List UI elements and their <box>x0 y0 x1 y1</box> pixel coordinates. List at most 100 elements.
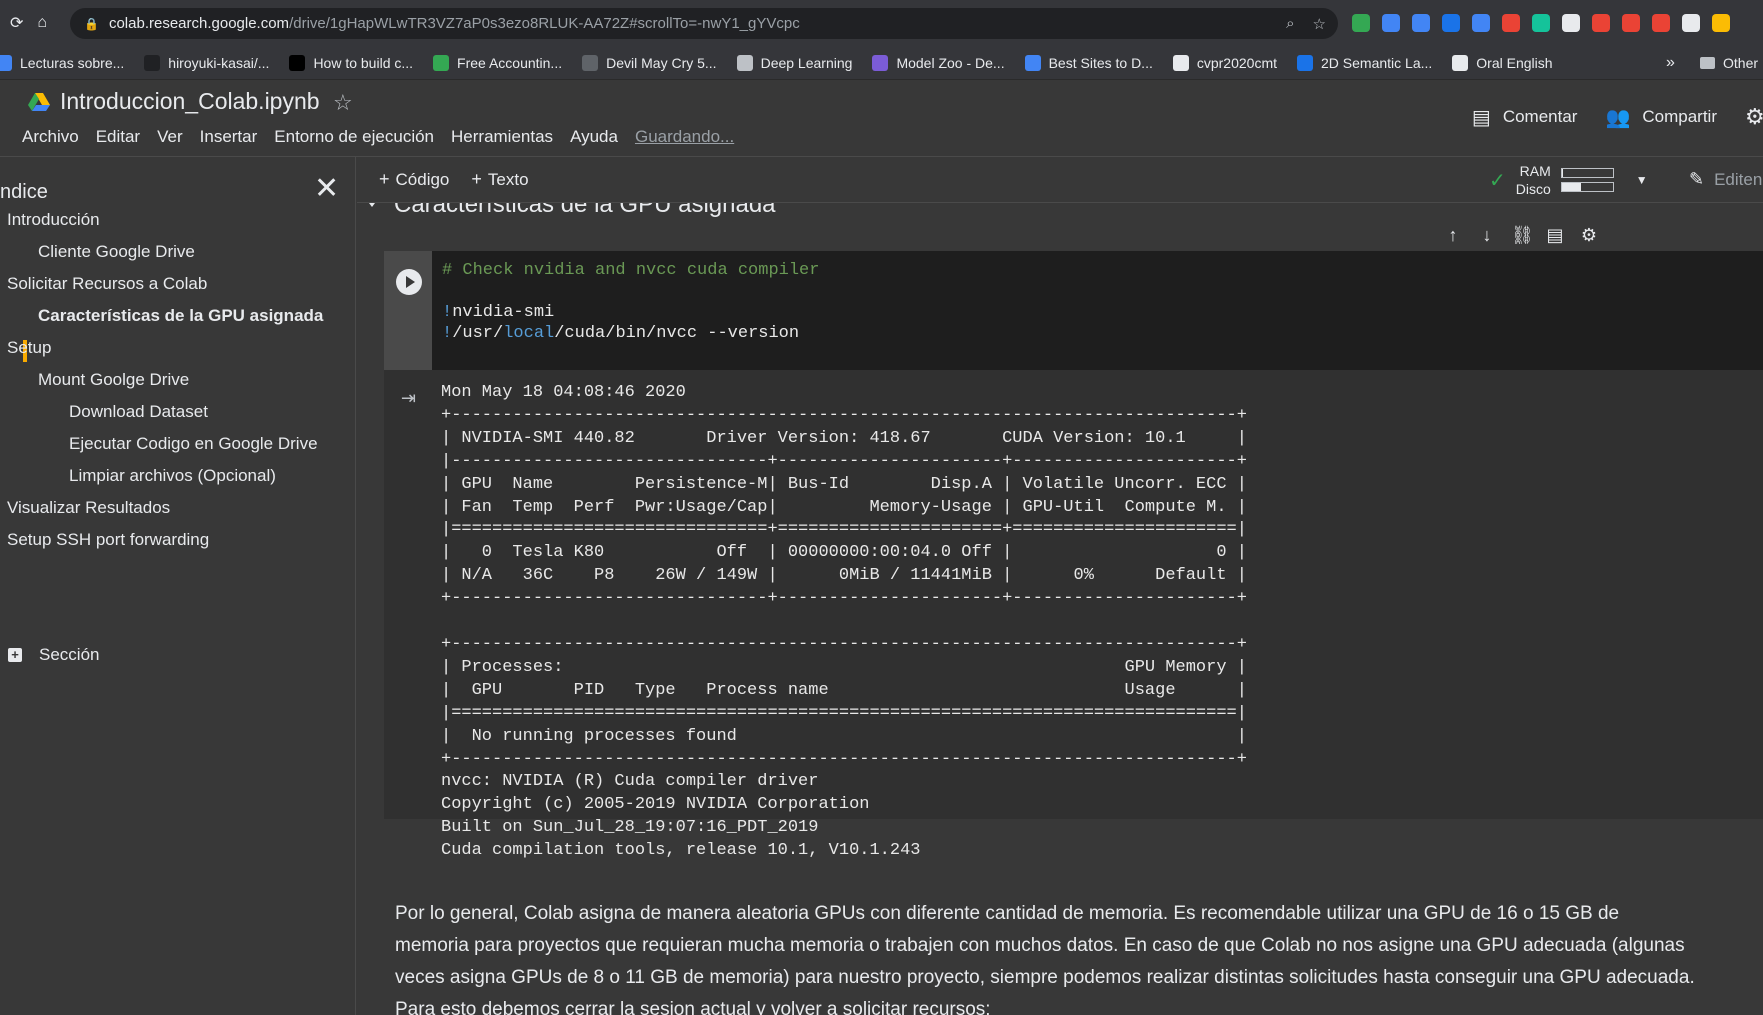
menu-entorno[interactable]: Entorno de ejecución <box>274 127 434 147</box>
code-command: nvidia-smi <box>452 303 555 322</box>
url-path: /drive/1gHapWLwTR3VZ7aP0s3ezo8RLUK-AA72Z… <box>289 15 800 32</box>
reload-icon[interactable]: ⟳ <box>10 13 23 33</box>
extension-icon[interactable] <box>1442 14 1460 32</box>
code-line-1: # Check nvidia and nvcc cuda compiler <box>442 261 820 280</box>
extension-icon[interactable] <box>1382 14 1400 32</box>
share-button[interactable]: 👥 Compartir <box>1605 105 1717 130</box>
notebook-title[interactable]: Introduccion_Colab.ipynb <box>60 88 320 115</box>
bookmark-item[interactable]: Best Sites to D... <box>1024 54 1153 71</box>
menu-archivo[interactable]: Archivo <box>22 127 79 147</box>
chevron-down-icon[interactable]: ▼ <box>1636 173 1648 187</box>
toc-item[interactable]: Download Dataset <box>69 402 208 422</box>
bookmark-item[interactable]: 2D Semantic La... <box>1297 54 1432 71</box>
close-icon[interactable]: ✕ <box>314 171 339 206</box>
star-icon[interactable]: ☆ <box>333 90 353 116</box>
extension-icon[interactable] <box>1352 14 1370 32</box>
doc-icon <box>582 54 599 71</box>
bookmarks-bar: Lecturas sobre... hiroyuki-kasai/... How t… <box>0 46 1763 80</box>
extension-icon[interactable] <box>1562 14 1580 32</box>
extension-icon[interactable] <box>1472 14 1490 32</box>
ram-label: RAM <box>1519 163 1551 179</box>
extension-icon[interactable] <box>1412 14 1430 32</box>
comment-icon[interactable]: ▤ <box>1545 225 1565 246</box>
medium-icon <box>289 54 306 71</box>
toc-item[interactable]: Limpiar archivos (Opcional) <box>69 466 276 486</box>
toc-item[interactable]: Setup <box>7 338 51 358</box>
link-icon[interactable]: ⛓ <box>1511 225 1534 246</box>
bookmark-item[interactable]: Deep Learning <box>736 54 852 71</box>
toc-item[interactable]: Características de la GPU asignada <box>38 306 323 326</box>
toc-item[interactable]: Cliente Google Drive <box>38 242 195 262</box>
code-line-2: !nvidia-smi <box>442 303 554 322</box>
bookmark-label: How to build c... <box>313 54 414 71</box>
ram-fill <box>1561 169 1564 177</box>
disk-fill <box>1561 183 1582 191</box>
toc-item[interactable]: Visualizar Resultados <box>7 498 170 518</box>
table-of-contents-panel: ndice ✕ Introducción Cliente Google Drive… <box>0 157 356 1015</box>
bookmark-item[interactable]: Lecturas sobre... <box>0 54 124 71</box>
bookmarks-more-icon[interactable]: » <box>1666 46 1675 79</box>
github-icon <box>144 54 161 71</box>
extensions-bar <box>1352 14 1730 32</box>
plus-icon: + <box>379 169 390 189</box>
menu-ayuda[interactable]: Ayuda <box>570 127 618 147</box>
site-icon <box>1024 54 1041 71</box>
move-up-icon[interactable]: ↑ <box>1443 225 1463 246</box>
code-cell[interactable]: # Check nvidia and nvcc cuda compiler !n… <box>384 251 1763 370</box>
zoom-icon[interactable]: ⌕ <box>1286 15 1294 33</box>
notebook-title-area: Introduccion_Colab.ipynb <box>28 88 320 115</box>
toc-item[interactable]: Mount Goolge Drive <box>38 370 189 390</box>
bookmark-star-icon[interactable]: ☆ <box>1313 15 1326 33</box>
bookmark-label: hiroyuki-kasai/... <box>168 54 270 71</box>
disk-bar <box>1560 182 1614 192</box>
extension-icon[interactable] <box>1652 14 1670 32</box>
bookmark-item[interactable]: How to build c... <box>289 54 414 71</box>
globe-icon <box>1452 54 1469 71</box>
plus-box-icon: + <box>8 648 22 662</box>
extension-icon[interactable] <box>1502 14 1520 32</box>
bookmark-item[interactable]: hiroyuki-kasai/... <box>144 54 270 71</box>
cell-gutter <box>384 251 432 370</box>
output-menu-icon[interactable]: ⇥ <box>401 388 416 409</box>
extension-icon[interactable] <box>1712 14 1730 32</box>
menu-bar: Archivo Editar Ver Insertar Entorno de e… <box>22 127 734 147</box>
edit-mode-button[interactable]: ✎ Editen <box>1689 169 1762 190</box>
bookmark-item[interactable]: Free Accountin... <box>433 54 563 71</box>
move-down-icon[interactable]: ↓ <box>1477 225 1497 246</box>
add-text-button[interactable]: + Texto <box>471 169 528 190</box>
resources-indicator[interactable]: ✓ RAM Disco ▼ <box>1489 162 1648 198</box>
extension-icon[interactable] <box>1532 14 1550 32</box>
edit-label: Editen <box>1714 169 1763 189</box>
menu-insertar[interactable]: Insertar <box>200 127 258 147</box>
comment-label: Comentar <box>1502 107 1578 126</box>
url-host: colab.research.google.com <box>108 15 290 32</box>
extension-icon[interactable] <box>1622 14 1640 32</box>
menu-editar[interactable]: Editar <box>96 127 140 147</box>
menu-herramientas[interactable]: Herramientas <box>451 127 553 147</box>
add-section-button[interactable]: + Sección <box>8 645 99 665</box>
drive-icon <box>28 92 50 111</box>
home-icon[interactable]: ⌂ <box>37 14 47 32</box>
bookmark-item[interactable]: cvpr2020cmt <box>1172 54 1277 71</box>
gear-icon[interactable]: ⚙ <box>1745 104 1763 130</box>
bookmark-item[interactable]: Model Zoo - De... <box>872 54 1005 71</box>
url-field[interactable]: 🔒 colab.research.google.com/drive/1gHapW… <box>70 8 1338 39</box>
toc-item[interactable]: Solicitar Recursos a Colab <box>7 274 207 294</box>
toc-item[interactable]: Introducción <box>7 210 100 230</box>
bookmark-label: Free Accountin... <box>457 54 563 71</box>
extension-icon[interactable] <box>1592 14 1610 32</box>
code-bang: ! <box>442 303 453 322</box>
menu-ver[interactable]: Ver <box>157 127 183 147</box>
gear-icon[interactable]: ⚙ <box>1579 225 1599 246</box>
extension-icon[interactable] <box>1682 14 1700 32</box>
run-cell-button[interactable] <box>396 269 422 295</box>
bookmark-other-folder[interactable]: Other <box>1700 46 1758 79</box>
add-code-button[interactable]: + Código <box>379 169 449 190</box>
toc-item[interactable]: Ejecutar Codigo en Google Drive <box>69 434 318 454</box>
bookmark-item[interactable]: Devil May Cry 5... <box>582 54 717 71</box>
toc-item[interactable]: Setup SSH port forwarding <box>7 530 209 550</box>
bookmark-item[interactable]: Oral English <box>1452 54 1553 71</box>
comment-button[interactable]: ▤ Comentar <box>1472 105 1578 130</box>
saving-status[interactable]: Guardando... <box>635 127 734 147</box>
add-text-label: Texto <box>487 169 529 189</box>
